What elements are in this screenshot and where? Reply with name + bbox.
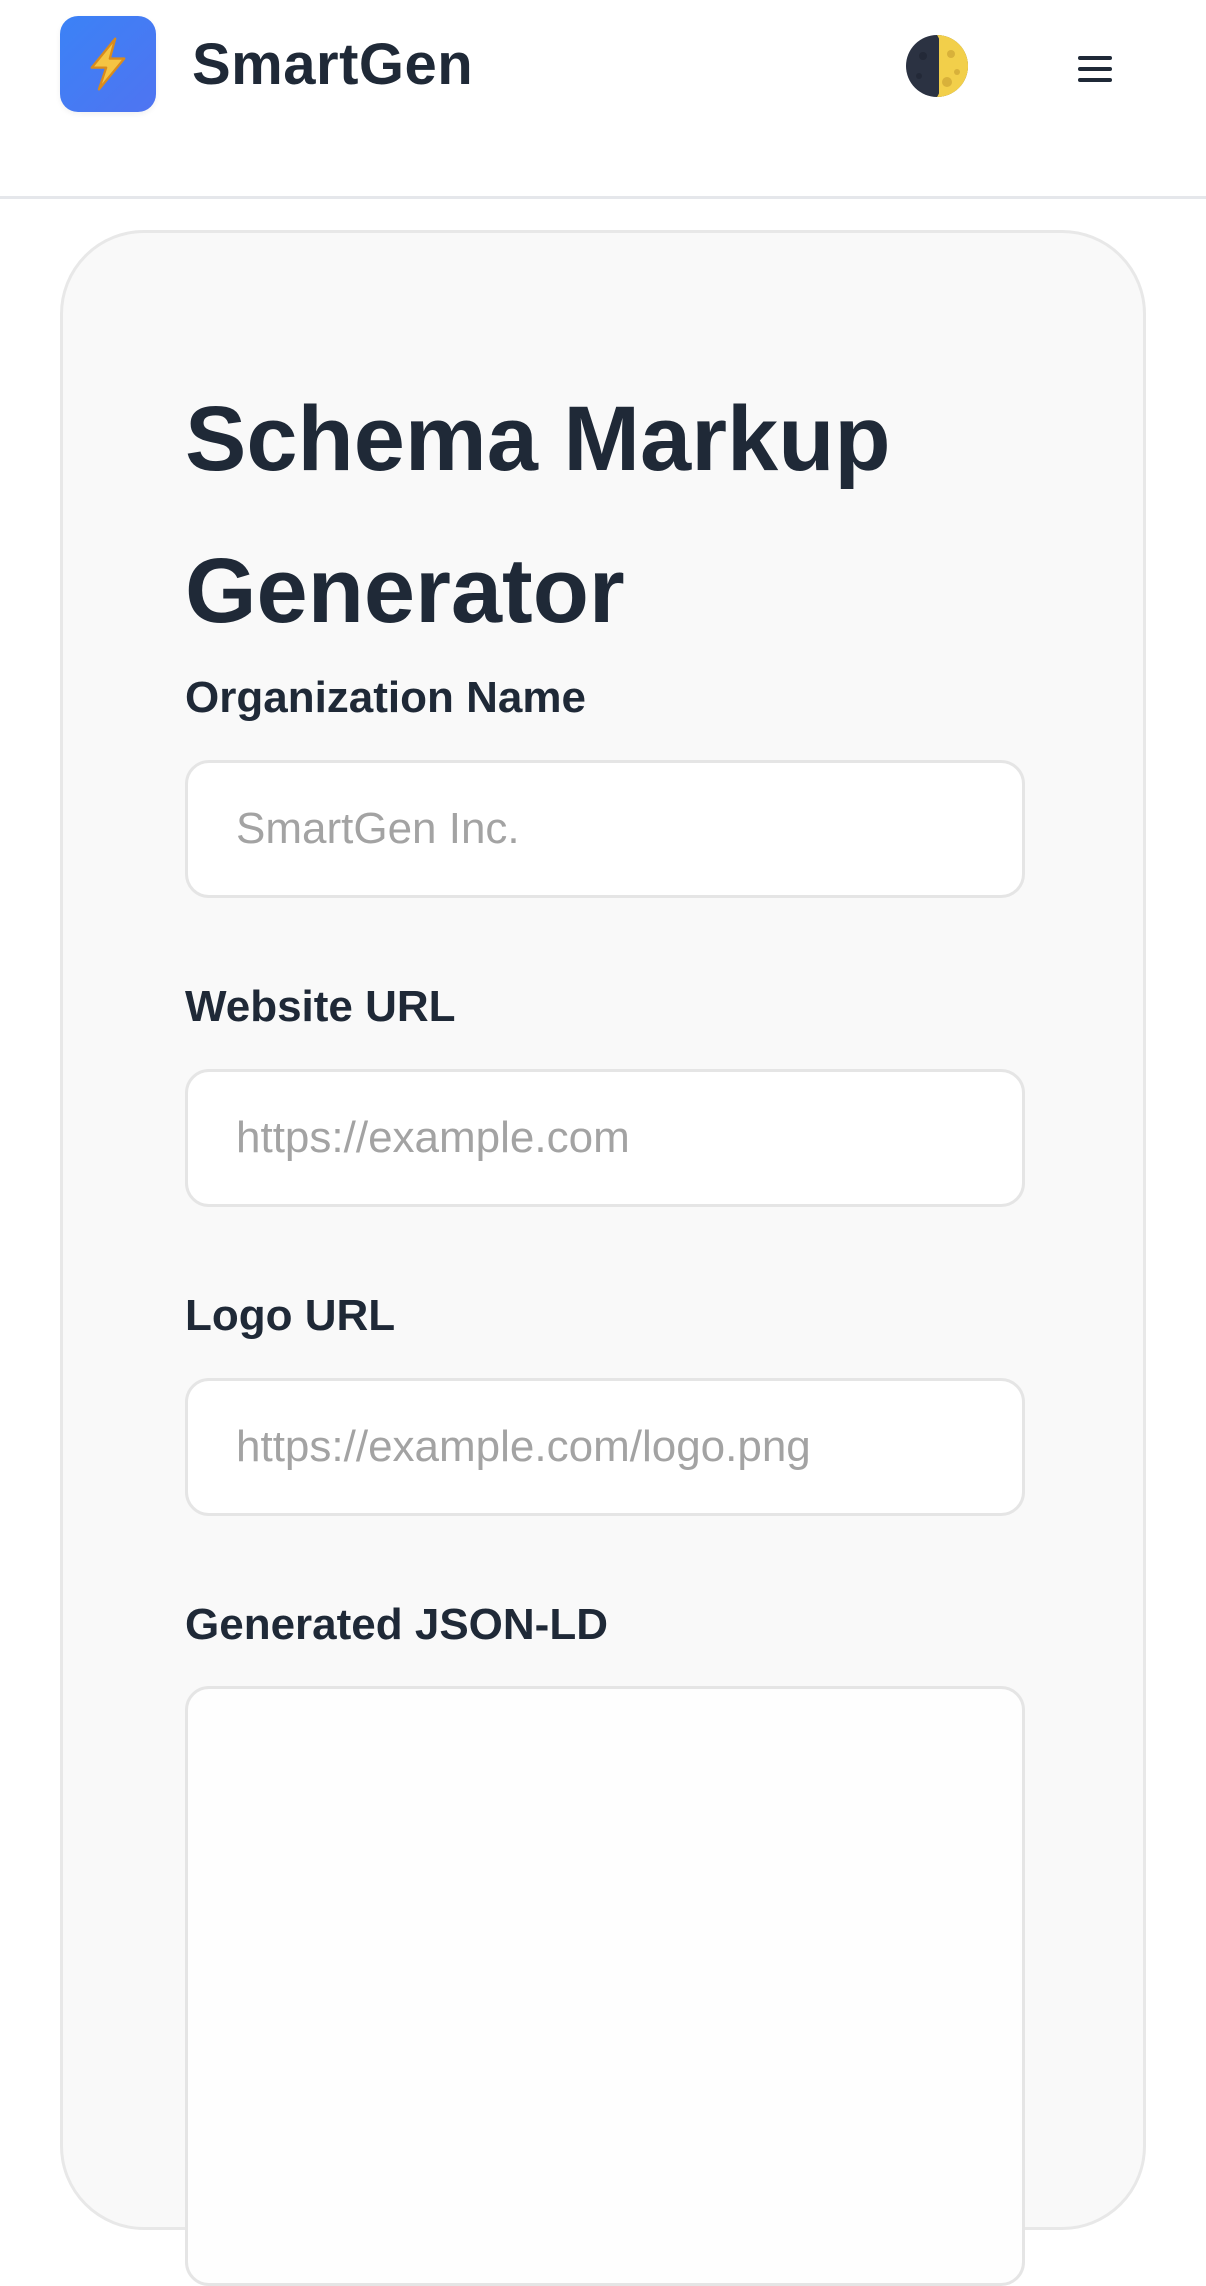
json-output-label: Generated JSON-LD [185, 1600, 608, 1649]
website-url-label: Website URL [185, 982, 456, 1031]
org-name-label: Organization Name [185, 673, 586, 722]
page-title: Schema Markup Generator [185, 388, 891, 642]
moon-icon [906, 35, 968, 97]
lightning-bolt-icon [90, 37, 126, 91]
json-ld-output[interactable] [185, 1686, 1025, 2286]
app-logo[interactable] [60, 16, 156, 112]
website-url-input[interactable] [185, 1069, 1025, 1207]
logo-url-input[interactable] [185, 1378, 1025, 1516]
hamburger-menu-icon[interactable] [1076, 51, 1116, 87]
org-name-input[interactable] [185, 760, 1025, 898]
generator-card: Schema Markup Generator Organization Nam… [60, 230, 1146, 2286]
app-header: SmartGen [0, 0, 1206, 199]
logo-url-label: Logo URL [185, 1291, 396, 1340]
menu-bar [1078, 78, 1112, 82]
menu-bar [1078, 67, 1112, 71]
brand-name[interactable]: SmartGen [192, 28, 473, 102]
menu-bar [1078, 56, 1112, 60]
theme-toggle-button[interactable] [905, 34, 969, 98]
